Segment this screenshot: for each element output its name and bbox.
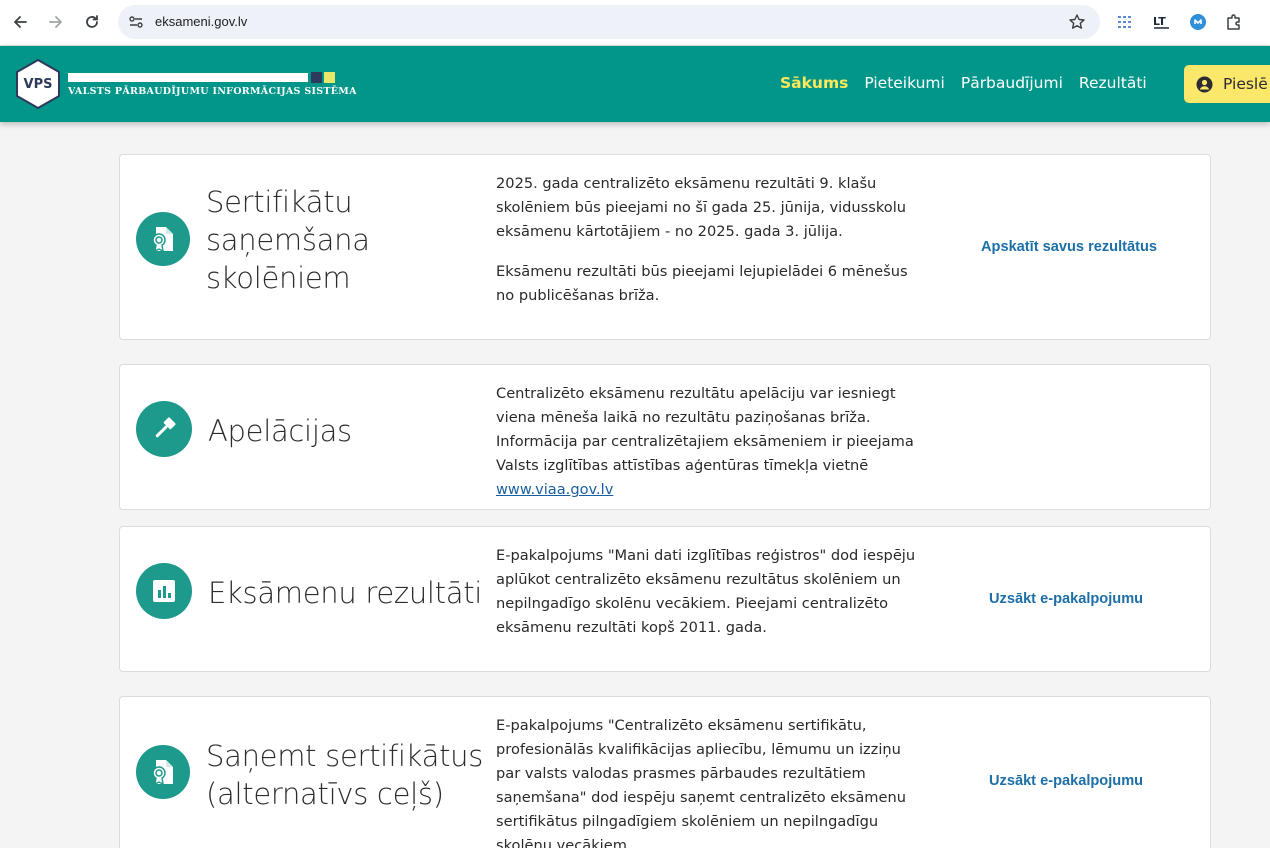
- back-icon[interactable]: [8, 10, 32, 34]
- viaa-link[interactable]: www.viaa.gov.lv: [496, 481, 613, 498]
- shield-extension-icon[interactable]: [1187, 11, 1209, 33]
- nav-sakums[interactable]: Sākums: [772, 74, 856, 92]
- card-description: E-pakalpojums "Centralizēto eksāmenu ser…: [496, 717, 906, 848]
- card-certificates-alternative: Saņemt sertifikātus (alternatīvs ceļš) E…: [119, 696, 1211, 848]
- bar-chart-icon: [136, 563, 192, 619]
- card-title: Apelācijas: [208, 414, 352, 448]
- browser-toolbar: eksameni.gov.lv LT: [0, 0, 1270, 46]
- apps-grid-icon[interactable]: [1115, 11, 1137, 33]
- logo-bar: [68, 73, 308, 82]
- logo-abbr: VPS: [24, 77, 53, 92]
- gavel-icon: [136, 401, 192, 457]
- extensions-puzzle-icon[interactable]: [1223, 11, 1245, 33]
- nav-pieteikumi[interactable]: Pieteikumi: [856, 74, 953, 92]
- card-description: Centralizēto eksāmenu rezultātu apelācij…: [496, 385, 914, 498]
- logo-square-dark: [311, 72, 322, 83]
- reload-icon[interactable]: [80, 10, 104, 34]
- card-description: E-pakalpojums "Mani dati izglītības reģi…: [496, 547, 916, 636]
- site-header: VPS VALSTS PĀRBAUDĪJUMU INFORMĀCIJAS SIS…: [0, 46, 1270, 122]
- start-eservice-link[interactable]: Uzsākt e-pakalpojumu: [989, 591, 1143, 607]
- address-bar[interactable]: eksameni.gov.lv: [118, 5, 1100, 39]
- card-description: 2025. gada centralizēto eksāmenu rezultā…: [496, 175, 908, 304]
- card-title: Saņemt sertifikātus (alternatīvs ceļš): [206, 739, 484, 811]
- logo-text: VALSTS PĀRBAUDĪJUMU INFORMĀCIJAS SISTĒMA: [68, 86, 357, 97]
- lt-extension-icon[interactable]: LT: [1151, 11, 1173, 33]
- card-title: Sertifikātu saņemšana skolēniem: [206, 185, 370, 295]
- view-results-link[interactable]: Apskatīt savus rezultātus: [981, 239, 1157, 255]
- login-button[interactable]: Pieslē: [1184, 65, 1270, 103]
- card-certificates: Sertifikātu saņemšana skolēniem 2025. ga…: [119, 154, 1211, 340]
- vps-logo[interactable]: VPS: [14, 58, 62, 110]
- certificate-icon: [136, 212, 190, 266]
- forward-icon[interactable]: [44, 10, 68, 34]
- card-exam-results: Eksāmenu rezultāti E-pakalpojums "Mani d…: [119, 526, 1211, 672]
- card-appeals: Apelācijas Centralizēto eksāmenu rezultā…: [119, 364, 1211, 510]
- url-text: eksameni.gov.lv: [155, 14, 248, 29]
- nav-parbaudijumi[interactable]: Pārbaudījumi: [953, 74, 1071, 92]
- user-icon: [1196, 76, 1213, 92]
- bookmark-star-icon[interactable]: [1068, 13, 1086, 31]
- card-title: Eksāmenu rezultāti: [208, 576, 483, 610]
- nav-rezultati[interactable]: Rezultāti: [1071, 74, 1155, 92]
- login-label: Pieslē: [1223, 75, 1268, 93]
- start-eservice-link[interactable]: Uzsākt e-pakalpojumu: [989, 773, 1143, 789]
- certificate-icon: [136, 745, 190, 799]
- main-nav: Sākums Pieteikumi Pārbaudījumi Rezultāti: [772, 74, 1155, 92]
- logo-square-yellow: [324, 72, 335, 83]
- site-info-icon[interactable]: [126, 12, 146, 32]
- svg-text:LT: LT: [1153, 15, 1166, 28]
